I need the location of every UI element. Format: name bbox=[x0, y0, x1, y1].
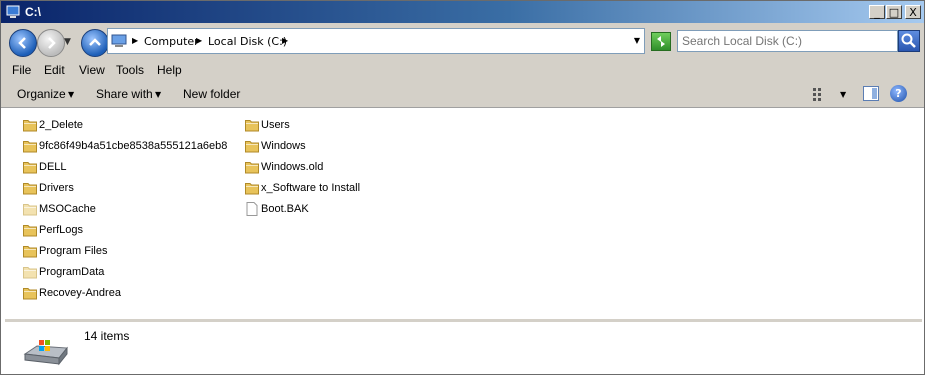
folder-icon bbox=[23, 120, 37, 132]
file-name: 9fc86f49b4a51cbe8538a555121a6eb8 bbox=[39, 140, 228, 152]
breadcrumb-local-disk[interactable]: Local Disk (C:) bbox=[208, 35, 287, 48]
breadcrumb-computer[interactable]: Computer bbox=[144, 35, 199, 48]
folder-icon bbox=[23, 204, 37, 216]
close-button[interactable]: X bbox=[905, 5, 921, 19]
folder-icon bbox=[23, 288, 37, 300]
crumb-separator-icon[interactable]: ▶ bbox=[132, 36, 138, 45]
file-name: 2_Delete bbox=[39, 119, 84, 131]
back-arrow-icon bbox=[18, 37, 26, 49]
search-icon bbox=[901, 33, 916, 48]
file-name: Windows bbox=[261, 140, 306, 152]
maximize-button[interactable]: □ bbox=[886, 5, 902, 19]
view-dropdown-icon[interactable]: ▼ bbox=[840, 90, 846, 99]
crumb-separator-icon[interactable]: ▶ bbox=[196, 36, 202, 45]
file-name: x_Software to Install bbox=[261, 182, 361, 194]
up-arrow-icon bbox=[89, 38, 101, 46]
file-name: PerfLogs bbox=[39, 224, 84, 236]
file-name: DELL bbox=[39, 161, 67, 173]
folder-icon bbox=[23, 162, 37, 174]
menu-file[interactable]: File bbox=[12, 63, 31, 77]
help-icon[interactable]: ? bbox=[890, 85, 907, 102]
address-dropdown-icon[interactable]: ▼ bbox=[634, 36, 640, 45]
computer-icon bbox=[6, 5, 20, 18]
share-with-button[interactable]: Share with bbox=[96, 87, 153, 101]
details-pane: 14 items bbox=[5, 322, 922, 372]
window-title: C:\ bbox=[25, 5, 41, 19]
folder-icon bbox=[245, 120, 259, 132]
folder-icon bbox=[245, 141, 259, 153]
minimize-button[interactable]: _ bbox=[869, 5, 885, 19]
new-folder-button[interactable]: New folder bbox=[183, 87, 240, 101]
folder-icon bbox=[23, 225, 37, 237]
file-name: Drivers bbox=[39, 182, 74, 194]
file-name: MSOCache bbox=[39, 203, 96, 215]
folder-icon bbox=[245, 183, 259, 195]
organize-dropdown-icon[interactable]: ▼ bbox=[68, 90, 74, 99]
menu-edit[interactable]: Edit bbox=[44, 63, 65, 77]
refresh-button[interactable] bbox=[651, 32, 671, 51]
recent-pages-dropdown-icon[interactable]: ▼ bbox=[64, 37, 71, 47]
file-name: Boot.BAK bbox=[261, 203, 309, 215]
folder-icon bbox=[23, 267, 37, 279]
folder-icon bbox=[23, 246, 37, 258]
explorer-window: C:\ _ □ X ▼ ▶ Computer ▶ Local Disk (C:)… bbox=[0, 0, 925, 375]
share-with-dropdown-icon[interactable]: ▼ bbox=[155, 90, 161, 99]
refresh-icon bbox=[657, 36, 665, 47]
computer-icon bbox=[111, 34, 127, 47]
file-icon bbox=[246, 202, 258, 216]
command-bar: Organize ▼ Share with ▼ New folder ▼ ? bbox=[1, 81, 924, 108]
file-list: 2_Delete 9fc86f49b4a51cbe8538a555121a6eb8… bbox=[5, 108, 922, 316]
forward-button[interactable] bbox=[37, 29, 65, 57]
forward-arrow-icon bbox=[48, 37, 56, 49]
folder-icon bbox=[23, 183, 37, 195]
item-count: 14 items bbox=[84, 329, 130, 343]
back-button[interactable] bbox=[9, 29, 37, 57]
file-name: ProgramData bbox=[39, 266, 105, 278]
search-button[interactable] bbox=[898, 30, 920, 52]
address-row: ▼ ▶ Computer ▶ Local Disk (C:) ▶ ▼ bbox=[1, 23, 924, 59]
menu-bar: File Edit View Tools Help bbox=[1, 59, 924, 81]
folder-icon bbox=[23, 141, 37, 153]
file-name: Users bbox=[261, 119, 290, 131]
menu-help[interactable]: Help bbox=[157, 63, 182, 77]
preview-pane-icon[interactable] bbox=[863, 86, 879, 101]
crumb-separator-icon[interactable]: ▶ bbox=[282, 36, 288, 45]
folder-icon bbox=[245, 162, 259, 174]
file-name: Program Files bbox=[39, 245, 108, 257]
organize-button[interactable]: Organize bbox=[17, 87, 66, 101]
search-input[interactable] bbox=[682, 33, 892, 49]
address-bar[interactable]: ▶ Computer ▶ Local Disk (C:) ▶ ▼ bbox=[107, 28, 645, 54]
menu-tools[interactable]: Tools bbox=[116, 63, 144, 77]
title-bar[interactable]: C:\ _ □ X bbox=[1, 1, 924, 23]
hard-drive-icon bbox=[23, 340, 68, 366]
menu-view[interactable]: View bbox=[79, 63, 105, 77]
file-name: Recovey-Andrea bbox=[39, 287, 121, 299]
file-name: Windows.old bbox=[261, 161, 324, 173]
change-view-icon[interactable] bbox=[813, 87, 827, 101]
search-box[interactable] bbox=[677, 30, 898, 52]
up-button[interactable] bbox=[81, 29, 109, 57]
